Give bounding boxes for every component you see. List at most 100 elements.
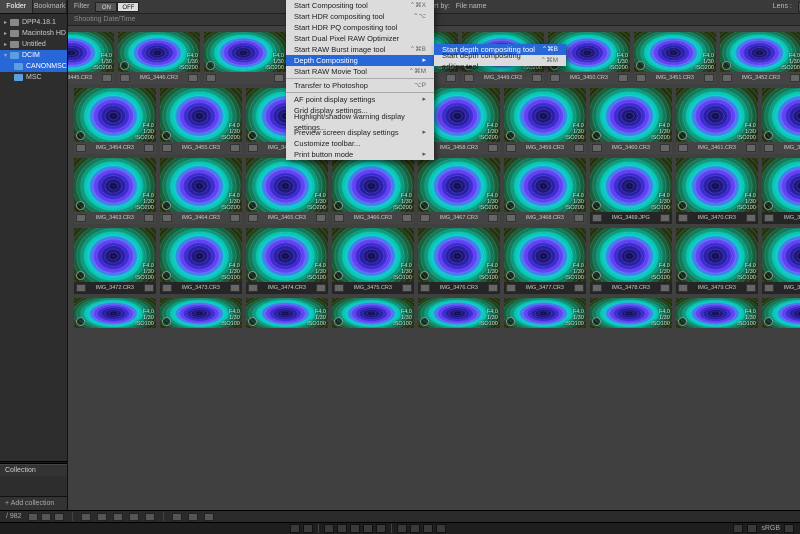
label-icon[interactable]: [488, 144, 498, 152]
label-icon[interactable]: [144, 144, 154, 152]
check-icon[interactable]: [97, 513, 107, 521]
thumbnail-cell[interactable]: F4.01/30ISO200IMG_3466.CR3: [332, 158, 414, 224]
tree-item[interactable]: ▸DPP4.18.1: [0, 17, 67, 28]
thumbnail-cell[interactable]: F4.01/30ISO100IMG_3472.CR3: [74, 228, 156, 294]
label-icon[interactable]: [230, 144, 240, 152]
thumbnail-cell[interactable]: F4.01/30ISO100: [762, 298, 800, 328]
menu-item[interactable]: Customize toolbar...: [286, 138, 434, 149]
thumbnail-cell[interactable]: F4.01/30ISO200IMG_3468.CR3: [504, 158, 586, 224]
thumbnail-cell[interactable]: F4.01/30ISO200IMG_3451.CR3: [634, 32, 716, 84]
label-icon[interactable]: [746, 144, 756, 152]
star-icon[interactable]: [337, 524, 347, 533]
settings-icon[interactable]: [784, 524, 794, 533]
thumbnail-cell[interactable]: F4.01/30ISO100: [160, 298, 242, 328]
label-icon[interactable]: [402, 214, 412, 222]
filter-on[interactable]: ON: [95, 2, 117, 12]
label-icon[interactable]: [532, 74, 542, 82]
thumbnail-cell[interactable]: F4.01/30ISO200IMG_3455.CR3: [160, 88, 242, 154]
thumbnail-cell[interactable]: F4.01/30ISO100IMG_3478.CR3: [590, 228, 672, 294]
checkmark-icon[interactable]: [764, 214, 774, 222]
checkmark-icon[interactable]: [76, 144, 86, 152]
thumbnail-cell[interactable]: F4.01/30ISO200IMG_3462.CR3: [762, 88, 800, 154]
star-icon[interactable]: [376, 524, 386, 533]
thumbnail-cell[interactable]: F4.01/30ISO100: [504, 298, 586, 328]
menu-item[interactable]: Start Compositing tool⌃⌘X: [286, 0, 434, 11]
checkmark-icon[interactable]: [206, 74, 216, 82]
label-icon[interactable]: [488, 284, 498, 292]
label-icon[interactable]: [402, 284, 412, 292]
checkmark-icon[interactable]: [506, 214, 516, 222]
tree-item-canonmsc[interactable]: CANONMSC: [0, 61, 67, 72]
thumbnail-cell[interactable]: F4.01/30ISO100IMG_3479.CR3: [676, 228, 758, 294]
thumbnail-cell[interactable]: F4.01/30ISO100IMG_3477.CR3: [504, 228, 586, 294]
submenu-item[interactable]: Start depth compositing editing tool⌃⌘M: [434, 55, 566, 66]
tree-item-msc[interactable]: MSC: [0, 72, 67, 83]
label-icon[interactable]: [660, 144, 670, 152]
label-icon[interactable]: [574, 284, 584, 292]
layout-icon[interactable]: [172, 513, 182, 521]
label-icon[interactable]: [230, 284, 240, 292]
checkmark-icon[interactable]: [120, 74, 130, 82]
thumbnail-cell[interactable]: F4.01/30ISO200IMG_3445.CR3: [68, 32, 114, 84]
thumbnail-cell[interactable]: F4.01/30ISO100: [246, 298, 328, 328]
thumbnail-cell[interactable]: F4.01/30ISO100IMG_3480.CR3: [762, 228, 800, 294]
checkmark-icon[interactable]: [592, 214, 602, 222]
menu-item[interactable]: Transfer to Photoshop⌥P: [286, 80, 434, 91]
thumbnail-cell[interactable]: F4.01/30ISO200IMG_3460.CR3: [590, 88, 672, 154]
rotate-icon[interactable]: [145, 513, 155, 521]
label-icon[interactable]: [660, 284, 670, 292]
colorspace-label[interactable]: sRGB: [761, 525, 780, 532]
label-icon[interactable]: [790, 74, 800, 82]
menu-item[interactable]: Print button mode▸: [286, 149, 434, 160]
checkmark-icon[interactable]: [162, 144, 172, 152]
checkmark-icon[interactable]: [722, 74, 732, 82]
layout2-icon[interactable]: [188, 513, 198, 521]
label-icon[interactable]: [488, 214, 498, 222]
tab-bookmark[interactable]: Bookmark: [33, 0, 66, 13]
label-icon[interactable]: [574, 144, 584, 152]
checkmark-icon[interactable]: [592, 284, 602, 292]
thumbnail-cell[interactable]: F4.01/30ISO200IMG_3459.CR3: [504, 88, 586, 154]
checkmark-icon[interactable]: [764, 144, 774, 152]
filter-toggle[interactable]: ON OFF: [95, 2, 139, 12]
star-icon[interactable]: [350, 524, 360, 533]
label-icon[interactable]: [274, 74, 284, 82]
label-icon[interactable]: [316, 284, 326, 292]
reject-icon[interactable]: [436, 524, 446, 533]
label-icon[interactable]: [102, 74, 112, 82]
check3-icon[interactable]: [423, 524, 433, 533]
label-icon[interactable]: [746, 214, 756, 222]
thumbnail-cell[interactable]: F4.01/30ISO200IMG_3454.CR3: [74, 88, 156, 154]
thumbnail-cell[interactable]: F4.01/30ISO100IMG_3473.CR3: [160, 228, 242, 294]
label-icon[interactable]: [704, 74, 714, 82]
thumbnail-cell[interactable]: F4.01/30ISO100IMG_3470.CR3: [676, 158, 758, 224]
thumbnail-cell[interactable]: F4.01/30ISO100IMG_3476.CR3: [418, 228, 500, 294]
thumbnail-cell[interactable]: F4.01/30ISO200IMG_3467.CR3: [418, 158, 500, 224]
checkmark-icon[interactable]: [76, 284, 86, 292]
menu-item[interactable]: Start RAW Burst image tool⌃⌘B: [286, 44, 434, 55]
checkmark-icon[interactable]: [592, 144, 602, 152]
thumbnail-cell[interactable]: F4.01/30ISO100: [590, 298, 672, 328]
checkmark-icon[interactable]: [248, 144, 258, 152]
thumbnail-cell[interactable]: F4.01/30ISO100IMG_3469.JPG: [590, 158, 672, 224]
checkmark-icon[interactable]: [162, 214, 172, 222]
thumbnail-cell[interactable]: F4.01/30ISO100: [676, 298, 758, 328]
rating-icon[interactable]: [81, 513, 91, 521]
thumbnail-cell[interactable]: F4.01/30ISO200IMG_3446.CR3: [118, 32, 200, 84]
check1-icon[interactable]: [397, 524, 407, 533]
label-icon[interactable]: [316, 214, 326, 222]
view-detail-icon[interactable]: [54, 513, 64, 521]
menu-item[interactable]: AF point display settings▸: [286, 94, 434, 105]
layout3-icon[interactable]: [204, 513, 214, 521]
checkmark-icon[interactable]: [764, 284, 774, 292]
checkmark-icon[interactable]: [678, 214, 688, 222]
collection-header[interactable]: Collection: [0, 464, 67, 476]
view-list-icon[interactable]: [41, 513, 51, 521]
thumbnail-cell[interactable]: F4.01/30ISO200IMG_3452.CR3: [720, 32, 800, 84]
rotate-ccw-icon[interactable]: [290, 524, 300, 533]
tree-item[interactable]: ▸Macintosh HD: [0, 28, 67, 39]
checkmark-icon[interactable]: [464, 74, 474, 82]
menu-item[interactable]: Start HDR compositing tool⌃⌥: [286, 11, 434, 22]
menu-item[interactable]: Start HDR PQ compositing tool: [286, 22, 434, 33]
thumbnail-cell[interactable]: F4.01/30ISO100: [332, 298, 414, 328]
